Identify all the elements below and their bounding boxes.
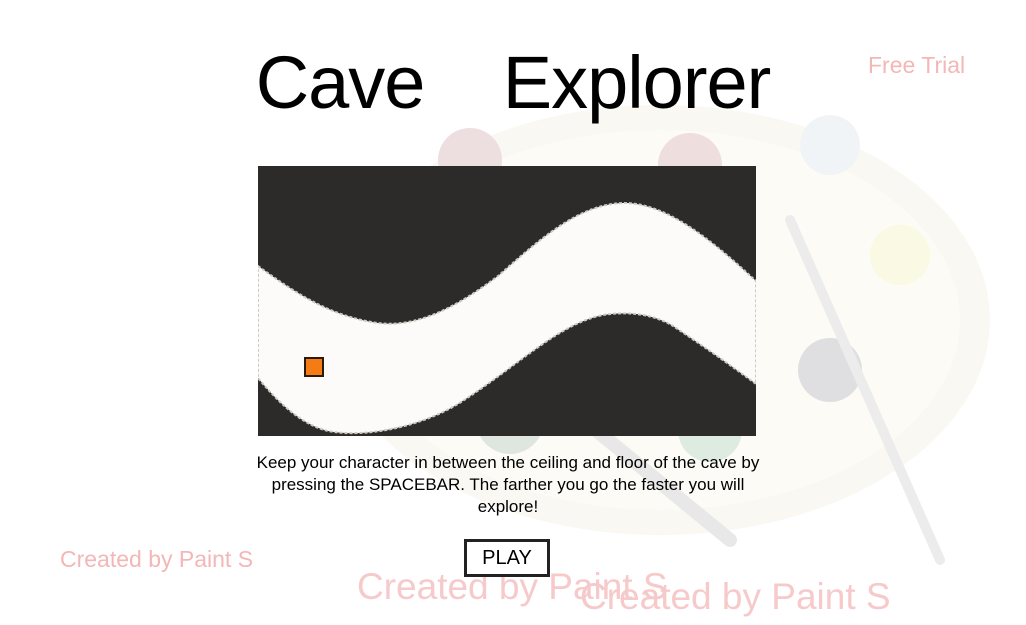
created-by-watermark: Created by Paint S (60, 546, 254, 572)
instructions-text: Keep your character in between the ceili… (256, 453, 760, 516)
player-character (304, 357, 324, 377)
title-word-cave: Cave (255, 41, 426, 124)
title-word-explorer: Explorer (502, 41, 772, 124)
play-button[interactable]: PLAY (464, 539, 550, 577)
created-by-watermark: Created by Paint S (580, 576, 891, 617)
cave-preview-canvas (258, 166, 756, 436)
game-title: Cave Explorer (0, 40, 1026, 125)
game-preview (258, 166, 756, 436)
